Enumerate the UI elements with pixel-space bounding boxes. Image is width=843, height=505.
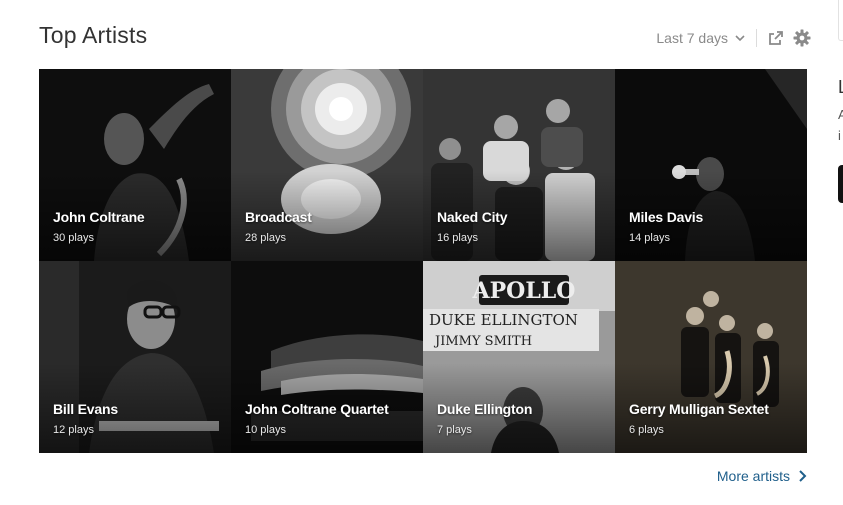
more-artists-link[interactable]: More artists <box>717 468 807 484</box>
more-artists-label: More artists <box>716 468 790 484</box>
marquee-lettering: JIMMY SMITH <box>433 334 532 349</box>
artist-tile[interactable]: John Coltrane Quartet 10 plays <box>231 261 423 453</box>
period-label: Last 7 days <box>656 30 728 46</box>
artist-name: Bill Evans <box>53 401 118 417</box>
artist-plays: 14 plays <box>629 232 670 244</box>
chevron-down-icon <box>735 35 745 42</box>
artist-tile[interactable]: Bill Evans 12 plays <box>39 261 231 453</box>
artist-plays: 28 plays <box>245 232 286 244</box>
artist-tile[interactable]: Gerry Mulligan Sextet 6 plays <box>615 261 807 453</box>
artist-name: Duke Ellington <box>437 401 533 417</box>
controls-divider <box>756 29 757 47</box>
artist-tile[interactable]: Naked City 16 plays <box>423 69 615 261</box>
artist-tile[interactable]: APOLLO DUKE ELLINGTON JIMMY SMITH Duke E… <box>423 261 615 453</box>
artist-name: Broadcast <box>245 209 312 225</box>
artist-plays: 30 plays <box>53 232 94 244</box>
chevron-right-icon <box>799 470 807 482</box>
side-heading: L <box>838 77 843 98</box>
period-dropdown[interactable]: Last 7 days <box>656 30 746 46</box>
artist-plays: 6 plays <box>629 424 664 436</box>
artist-plays: 7 plays <box>437 424 472 436</box>
artist-plays: 10 plays <box>245 424 286 436</box>
side-text-line: i <box>838 128 841 143</box>
share-icon <box>769 31 783 45</box>
artist-name: Gerry Mulligan Sextet <box>629 401 769 417</box>
sign-lettering: APOLLO <box>472 278 576 304</box>
artist-tile[interactable]: Broadcast 28 plays <box>231 69 423 261</box>
side-text-line: A <box>838 107 843 122</box>
side-action-button[interactable] <box>838 165 843 203</box>
artist-plays: 12 plays <box>53 424 94 436</box>
artist-plays: 16 plays <box>437 232 478 244</box>
side-card-edge <box>838 0 843 41</box>
gear-icon <box>793 29 811 47</box>
artist-tile[interactable]: Miles Davis 14 plays <box>615 69 807 261</box>
top-artists-grid: John Coltrane 30 plays Broadcast 28 play… <box>39 69 807 453</box>
artist-name: John Coltrane <box>53 209 145 225</box>
artist-tile[interactable]: John Coltrane 30 plays <box>39 69 231 261</box>
artist-name: Naked City <box>437 209 508 225</box>
section-controls: Last 7 days <box>656 26 811 50</box>
section-title: Top Artists <box>39 22 148 48</box>
artist-name: John Coltrane Quartet <box>245 401 389 417</box>
share-button[interactable] <box>767 29 785 47</box>
settings-button[interactable] <box>793 29 811 47</box>
artist-name: Miles Davis <box>629 209 704 225</box>
marquee-lettering: DUKE ELLINGTON <box>429 311 578 329</box>
